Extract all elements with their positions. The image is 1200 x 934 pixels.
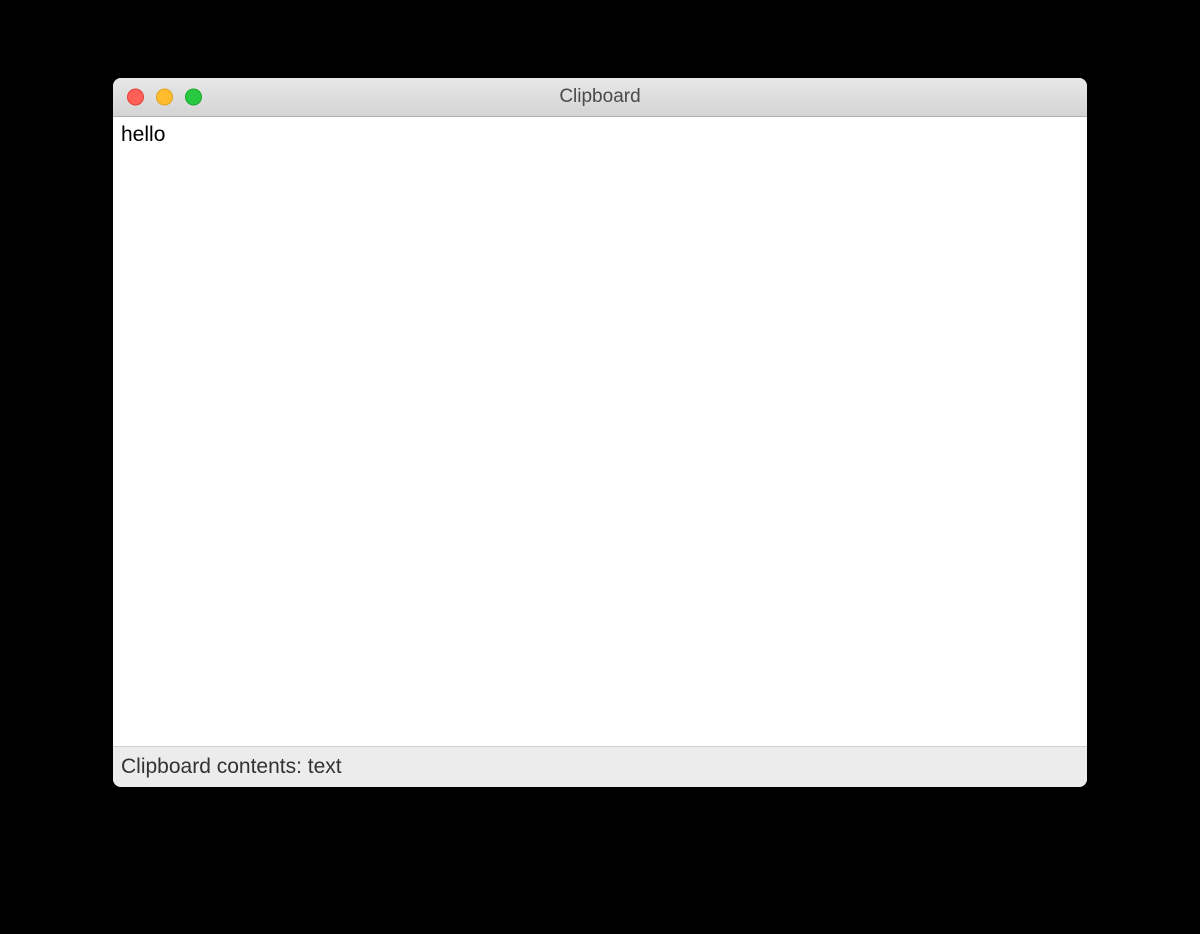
traffic-lights <box>127 89 202 106</box>
zoom-button[interactable] <box>185 89 202 106</box>
clipboard-content-text[interactable]: hello <box>121 123 1079 147</box>
window-title: Clipboard <box>113 86 1087 108</box>
content-area[interactable]: hello <box>113 117 1087 746</box>
minimize-button[interactable] <box>156 89 173 106</box>
status-text: Clipboard contents: text <box>121 755 342 779</box>
titlebar[interactable]: Clipboard <box>113 78 1087 117</box>
status-bar: Clipboard contents: text <box>113 746 1087 787</box>
app-window: Clipboard hello Clipboard contents: text <box>113 78 1087 787</box>
close-button[interactable] <box>127 89 144 106</box>
